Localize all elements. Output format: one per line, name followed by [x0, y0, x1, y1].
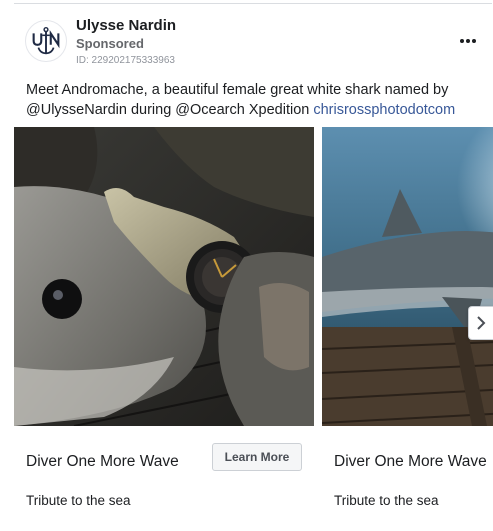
card-image[interactable] [14, 127, 314, 426]
carousel-card[interactable]: Diver One More Wave Learn More Tribute t… [14, 127, 314, 531]
card-title[interactable]: Diver One More Wave [26, 453, 179, 471]
carousel[interactable]: Diver One More Wave Learn More Tribute t… [14, 127, 493, 531]
underwater-shark-photo [322, 127, 493, 426]
card-description: Tribute to the sea [334, 493, 439, 508]
diver-watch-on-shark-photo [14, 127, 314, 426]
post-caption: Meet Andromache, a beautiful female grea… [26, 80, 486, 120]
card-image[interactable] [322, 127, 493, 426]
dot [466, 39, 470, 43]
page-avatar[interactable] [25, 20, 67, 62]
anchor-logo-icon [32, 26, 60, 55]
chevron-right-icon [477, 316, 486, 330]
card-description: Tribute to the sea [26, 493, 131, 508]
dot [460, 39, 464, 43]
feed-divider [14, 3, 492, 4]
sponsored-label[interactable]: Sponsored [76, 36, 144, 51]
more-options-icon[interactable] [456, 33, 480, 49]
card-title[interactable]: Diver One More Wave [334, 453, 487, 471]
caption-link[interactable]: chrisrossphotodotcom [313, 102, 455, 118]
ad-id: ID: 229202175333963 [76, 55, 175, 66]
learn-more-button[interactable]: Learn More [212, 443, 302, 471]
dot [472, 39, 476, 43]
page-name[interactable]: Ulysse Nardin [76, 17, 176, 34]
carousel-next-button[interactable] [468, 306, 493, 340]
